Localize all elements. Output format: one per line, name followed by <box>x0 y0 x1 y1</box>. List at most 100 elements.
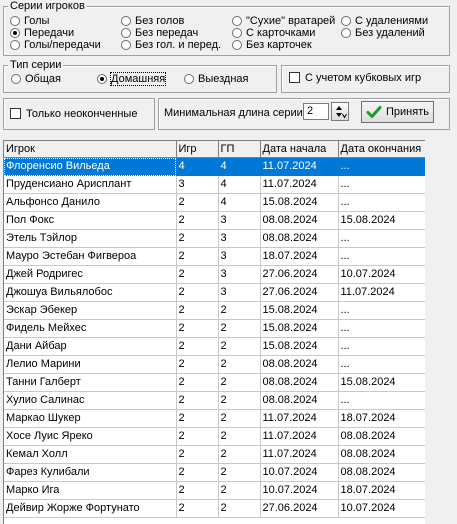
cell-end-date: ... <box>338 175 425 194</box>
column-header-start-date[interactable]: Дата начала <box>260 141 339 158</box>
cell-gp: 3 <box>218 229 261 248</box>
table-row[interactable]: Эскар Эбекер 2 2 15.08.2024... <box>4 301 425 320</box>
table-row[interactable]: Кемал Холл 2 2 11.07.2024 08.08.2024 <box>4 445 425 464</box>
cell-start-date: 11.07.2024 <box>260 409 339 428</box>
radio-goals-assists[interactable]: Голы/передачи <box>10 39 101 52</box>
cell-games: 2 <box>176 463 219 482</box>
cell-gp: 2 <box>218 301 261 320</box>
table-row[interactable]: Альфонсо Данило 2 4 15.08.2024... <box>4 193 425 212</box>
radio-no-assists-indicator[interactable] <box>121 28 131 38</box>
cell-gp: 2 <box>218 445 261 464</box>
table-row[interactable]: Мауро Эстебан Фигвероа 2 3 18.07.2024... <box>4 247 425 266</box>
cell-end-date: 15.08.2024 <box>338 211 425 230</box>
cell-player: Альфонсо Данило <box>4 193 177 212</box>
cell-start-date: 18.07.2024 <box>260 247 339 266</box>
series-type-title: Тип серии <box>8 59 64 71</box>
table-row[interactable]: Этель Тэйлор 2 3 08.08.2024... <box>4 229 425 248</box>
radio-overall-indicator[interactable] <box>11 74 21 84</box>
radio-away-indicator[interactable] <box>184 74 194 84</box>
cell-end-date: ... <box>338 157 425 176</box>
table-row[interactable]: Лелио Марини 2 2 08.08.2024... <box>4 355 425 374</box>
table-row[interactable]: Дани Айбар 2 2 15.08.2024... <box>4 337 425 356</box>
table-row[interactable]: Маркао Шукер 2 2 11.07.2024 18.07.2024 <box>4 409 425 428</box>
cell-gp: 3 <box>218 265 261 284</box>
radio-home[interactable]: Домашняя <box>97 72 167 86</box>
cell-games: 2 <box>176 391 219 410</box>
cell-games: 2 <box>176 409 219 428</box>
radio-overall[interactable]: Общая <box>11 73 61 86</box>
table-row[interactable]: Флоренсио Вильеда 4 4 11.07.2024... <box>4 157 425 176</box>
cell-games: 2 <box>176 355 219 374</box>
table-row[interactable]: Фарез Кулибали 2 2 10.07.2024 08.08.2024 <box>4 463 425 482</box>
column-header-end-date[interactable]: Дата окончания <box>338 141 425 158</box>
cell-end-date: ... <box>338 193 425 212</box>
cell-start-date: 10.07.2024 <box>260 463 339 482</box>
column-header-player[interactable]: Игрок <box>4 141 177 158</box>
cell-start-date: 10.07.2024 <box>260 481 339 500</box>
table-row[interactable]: Джей Родригес 2 3 27.06.2024 10.07.2024 <box>4 265 425 284</box>
table-row[interactable]: Марко Ига 2 2 10.07.2024 18.07.2024 <box>4 481 425 500</box>
radio-no-goals-no-assists-indicator[interactable] <box>121 40 131 50</box>
cell-games: 2 <box>176 229 219 248</box>
table-row[interactable]: Танни Галберт 2 2 08.08.2024 15.08.2024 <box>4 373 425 392</box>
cell-start-date: 11.07.2024 <box>260 175 339 194</box>
cell-end-date: 08.08.2024 <box>338 463 425 482</box>
cell-end-date: 15.08.2024 <box>338 373 425 392</box>
radio-with-sendoffs-indicator[interactable] <box>341 16 351 26</box>
cell-games: 2 <box>176 481 219 500</box>
cell-start-date: 15.08.2024 <box>260 337 339 356</box>
cell-gp: 2 <box>218 391 261 410</box>
radio-no-goals-no-assists[interactable]: Без гол. и перед. <box>121 39 221 52</box>
cell-games: 2 <box>176 337 219 356</box>
cell-gp: 2 <box>218 409 261 428</box>
table-row[interactable]: Джошуа Вильялобос 2 3 27.06.2024 11.07.2024 <box>4 283 425 302</box>
column-header-gp[interactable]: ГП <box>218 141 261 158</box>
player-series-title: Серии игроков <box>8 0 87 12</box>
min-length-input[interactable]: 2 <box>303 103 329 120</box>
radio-no-cards-indicator[interactable] <box>232 40 242 50</box>
accept-button[interactable]: Принять <box>361 101 434 123</box>
cell-games: 2 <box>176 247 219 266</box>
cell-gp: 2 <box>218 355 261 374</box>
cell-end-date: 08.08.2024 <box>338 445 425 464</box>
table-row[interactable]: Пруденсиано Арисплант 3 4 11.07.2024... <box>4 175 425 194</box>
radio-no-sendoffs[interactable]: Без удалений <box>341 27 425 40</box>
min-length-spinner[interactable] <box>331 102 349 121</box>
unfinished-only-checkbox[interactable]: Только неоконченные <box>10 108 137 121</box>
radio-assists-indicator[interactable] <box>10 28 20 38</box>
cell-player: Лелио Марини <box>4 355 177 374</box>
table-row[interactable]: Пол Фокс 2 3 08.08.2024 15.08.2024 <box>4 211 425 230</box>
radio-goals-indicator[interactable] <box>10 16 20 26</box>
table-row[interactable]: Хосе Луис Яреко 2 2 11.07.2024 08.08.2024 <box>4 427 425 446</box>
table-row[interactable]: Фидель Мейхес 2 2 15.08.2024... <box>4 319 425 338</box>
cell-player: Дейвир Жорже Фортунато <box>4 499 177 518</box>
cell-games: 2 <box>176 283 219 302</box>
cell-gp: 4 <box>218 193 261 212</box>
cell-start-date: 08.08.2024 <box>260 391 339 410</box>
cup-games-checkbox-indicator[interactable] <box>289 72 300 83</box>
cell-games: 2 <box>176 373 219 392</box>
cell-games: 2 <box>176 427 219 446</box>
radio-no-sendoffs-indicator[interactable] <box>341 28 351 38</box>
cell-start-date: 27.06.2024 <box>260 265 339 284</box>
radio-clean-sheets-indicator[interactable] <box>232 16 242 26</box>
radio-away[interactable]: Выездная <box>184 73 249 86</box>
radio-no-cards[interactable]: Без карточек <box>232 39 312 52</box>
cell-games: 2 <box>176 445 219 464</box>
cup-games-checkbox[interactable]: С учетом кубковых игр <box>289 72 421 85</box>
radio-home-indicator[interactable] <box>97 74 107 84</box>
column-header-games[interactable]: Игр <box>176 141 219 158</box>
cell-player: Маркао Шукер <box>4 409 177 428</box>
cell-gp: 2 <box>218 427 261 446</box>
radio-no-goals-indicator[interactable] <box>121 16 131 26</box>
cell-player: Пруденсиано Арисплант <box>4 175 177 194</box>
table-row[interactable]: Дейвир Жорже Фортунато 2 2 27.06.2024 10.07.… <box>4 499 425 518</box>
min-length-label: Минимальная длина серии <box>164 107 303 119</box>
cell-player: Фидель Мейхес <box>4 319 177 338</box>
unfinished-only-checkbox-indicator[interactable] <box>10 108 21 119</box>
table-row[interactable]: Хулио Салинас 2 2 08.08.2024... <box>4 391 425 410</box>
radio-with-cards-indicator[interactable] <box>232 28 242 38</box>
radio-goals-assists-indicator[interactable] <box>10 40 20 50</box>
player-series-table[interactable]: Игрок Игр ГП Дата начала Дата окончания … <box>3 140 425 524</box>
cell-start-date: 15.08.2024 <box>260 193 339 212</box>
